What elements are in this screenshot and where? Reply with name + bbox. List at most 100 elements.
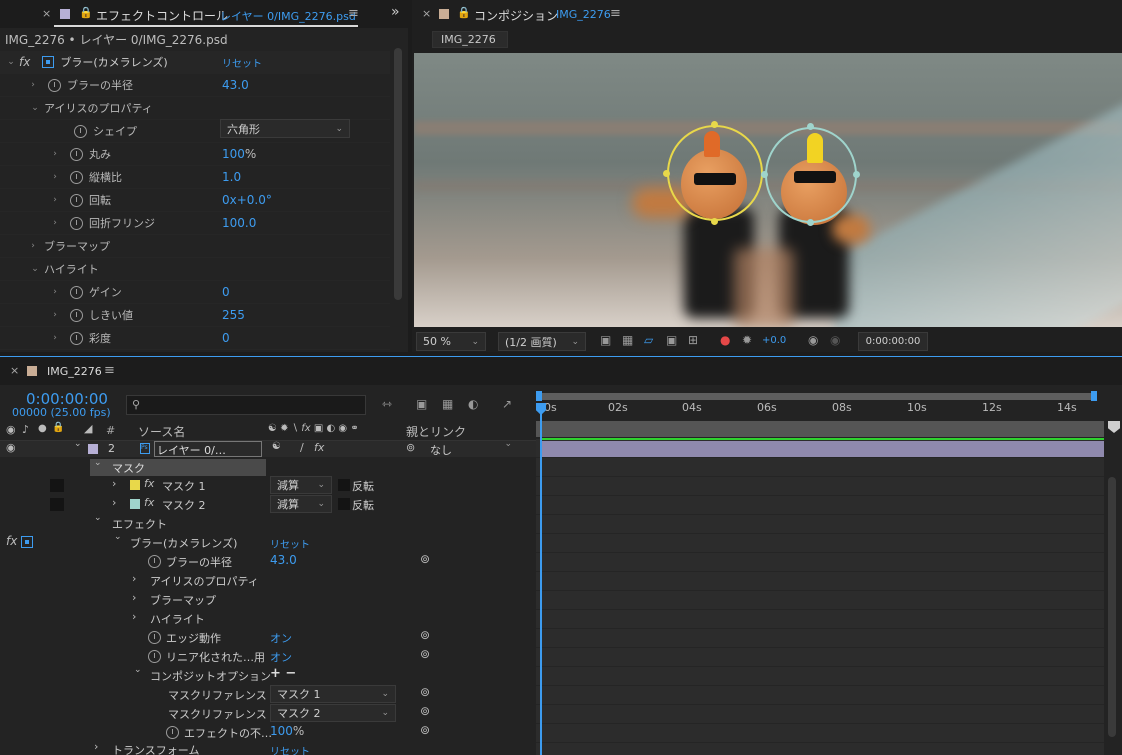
effect-panel-close-button[interactable]: × (42, 7, 51, 20)
property-row-rotation[interactable]: › 回転 0x+0.0° (0, 189, 390, 212)
shape-dropdown[interactable]: 六角形 ⌄ (220, 119, 350, 138)
fx-toggle-icon[interactable]: fx (6, 534, 17, 548)
chevron-right-icon[interactable]: › (112, 496, 116, 509)
prop-value[interactable]: オン (270, 649, 292, 665)
property-row-blur-radius[interactable]: › ブラーの半径 43.0 (0, 74, 390, 97)
timeline-close-button[interactable]: × (10, 364, 19, 377)
blur-map-row[interactable]: › ブラーマップ (0, 590, 536, 609)
iris-properties-row[interactable]: › アイリスのプロパティ (0, 571, 536, 590)
property-value[interactable]: 0 (222, 285, 230, 299)
chevron-down-icon[interactable]: ⌄ (30, 264, 40, 274)
stopwatch-icon[interactable] (148, 555, 161, 568)
fx-switch-icon[interactable]: fx (314, 441, 324, 454)
graph-editor-icon[interactable]: ↗ (502, 397, 512, 411)
mask-2-mode-dropdown[interactable]: 減算 ⌄ (270, 495, 332, 513)
mask2-vertex-handle[interactable] (807, 123, 814, 130)
mask-1-mode-dropdown[interactable]: 減算 ⌄ (270, 476, 332, 494)
expression-pickwhip-icon[interactable]: ⊚ (420, 723, 430, 737)
layer-duration-bar[interactable] (541, 441, 1104, 457)
comp-mini-flowchart-icon[interactable]: ⇿ (382, 397, 392, 411)
stopwatch-icon[interactable] (70, 147, 83, 161)
fx-icon[interactable]: fx (19, 55, 30, 69)
mask-2-row[interactable]: › fx マスク 2 減算 ⌄ 反転 (0, 495, 536, 514)
chevron-down-icon[interactable]: ⌄ (6, 57, 16, 67)
stopwatch-icon[interactable] (148, 631, 161, 644)
mask-reference-1-dropdown[interactable]: マスク 1 ⌄ (270, 685, 396, 703)
lock-icon[interactable]: 🔒 (52, 422, 64, 433)
invert-checkbox[interactable] (338, 498, 350, 510)
property-value[interactable]: 100 (222, 147, 245, 161)
layer-chevron-down-icon[interactable]: ⌄ (74, 439, 82, 449)
stopwatch-icon[interactable] (70, 308, 83, 322)
invert-checkbox[interactable] (338, 479, 350, 491)
layer-row[interactable]: ◉ ⌄ 2 Ps レイヤー 0/…76.psd ☯ ∕ fx ⊚ なし ⌄ (0, 439, 536, 457)
highlight-row[interactable]: › ハイライト (0, 609, 536, 628)
resolution-dropdown[interactable]: (1/2 画質) ⌄ (498, 332, 586, 351)
composition-title[interactable]: コンポジション (474, 7, 558, 24)
mask1-vertex-handle[interactable] (711, 121, 718, 128)
work-area-bar[interactable] (538, 393, 1094, 400)
mask-reference-2-dropdown[interactable]: マスク 2 ⌄ (270, 704, 396, 722)
effect-panel-scrollbar[interactable] (394, 48, 402, 300)
chevron-down-icon[interactable]: ⌄ (94, 458, 102, 468)
comp-timecode[interactable]: 0:00:00:00 (858, 332, 928, 351)
chevron-right-icon[interactable]: › (132, 610, 136, 623)
mask-reference-2-row[interactable]: マスクリファレンス 2 マスク 2 ⌄ ⊚ (0, 704, 536, 723)
timeline-scrollbar[interactable] (1108, 477, 1116, 737)
chevron-right-icon[interactable]: › (112, 477, 116, 490)
comp-end-marker[interactable] (1108, 421, 1120, 433)
chevron-right-icon[interactable]: › (50, 218, 60, 228)
pickwhip-icon[interactable]: ⊚ (406, 441, 415, 454)
property-value[interactable]: 0 (222, 331, 230, 345)
chevron-down-icon[interactable]: ⌄ (134, 665, 142, 675)
chevron-right-icon[interactable]: › (50, 172, 60, 182)
expression-pickwhip-icon[interactable]: ⊚ (420, 685, 430, 699)
work-area-end-handle[interactable] (1091, 391, 1097, 401)
color-channel-icon[interactable]: ● (720, 333, 730, 347)
mask1-vertex-handle[interactable] (663, 170, 670, 177)
mask-1-color[interactable] (130, 480, 140, 490)
exposure-value[interactable]: +0.0 (762, 335, 786, 346)
chevron-right-icon[interactable]: › (50, 149, 60, 159)
chevron-right-icon[interactable]: › (50, 310, 60, 320)
parent-link-header[interactable]: 親とリンク (406, 423, 466, 440)
mask-1-row[interactable]: › fx マスク 1 減算 ⌄ 反転 (0, 476, 536, 495)
composition-menu-icon[interactable]: ≡ (610, 6, 621, 21)
quality-switch-icon[interactable]: ∕ (300, 441, 304, 454)
transform-reset-link[interactable]: リセット (270, 743, 310, 755)
effect-reset-link[interactable]: リセット (270, 536, 310, 551)
audio-icon[interactable]: ♪ (22, 423, 29, 436)
stopwatch-icon[interactable] (70, 170, 83, 184)
stopwatch-icon[interactable] (166, 726, 179, 739)
expression-pickwhip-icon[interactable]: ⊚ (420, 552, 430, 566)
compositing-options-row[interactable]: ⌄ コンポジットオプション + − (0, 665, 536, 685)
composition-name[interactable]: IMG_2276 (556, 8, 611, 21)
lens-blur-effect-row[interactable]: fx ⌄ ブラー(カメラレンズ) リセット (0, 532, 536, 552)
composition-viewport[interactable] (414, 53, 1122, 327)
parent-dropdown[interactable]: なし ⌄ (426, 439, 516, 457)
mask2-vertex-handle[interactable] (807, 219, 814, 226)
effect-panel-title[interactable]: エフェクトコントロール (96, 7, 228, 24)
effect-header-row[interactable]: ⌄ fx ブラー(カメラレンズ) リセット (0, 51, 390, 74)
track-area[interactable] (536, 439, 1104, 755)
comp-viewer-tab[interactable]: IMG_2276 (432, 31, 508, 48)
layer-name-field[interactable]: レイヤー 0/…76.psd (154, 441, 262, 457)
layer-label-color[interactable] (88, 444, 98, 454)
zoom-dropdown[interactable]: 50 % ⌄ (416, 332, 486, 351)
property-value[interactable]: 0x+0.0° (222, 193, 272, 207)
motion-blur-icon[interactable]: ◐ (468, 397, 478, 411)
work-area-start-handle[interactable] (536, 391, 542, 401)
blur-radius-row[interactable]: ブラーの半径 43.0 ⊚ (0, 552, 536, 571)
mask-path-visibility-icon[interactable]: ▱ (644, 333, 653, 347)
exposure-icon[interactable]: ✹ (742, 333, 752, 347)
prop-value[interactable]: オン (270, 630, 292, 646)
property-row-threshold[interactable]: › しきい値 255 (0, 304, 390, 327)
chevron-right-icon[interactable]: › (132, 591, 136, 604)
safe-area-icon[interactable]: ▣ (666, 333, 677, 347)
expression-pickwhip-icon[interactable]: ⊚ (420, 628, 430, 642)
frame-blending-icon[interactable]: ▦ (442, 397, 453, 411)
chevron-right-icon[interactable]: › (50, 333, 60, 343)
mask2-ellipse[interactable] (765, 127, 857, 223)
property-row-roundness[interactable]: › 丸み 100% (0, 143, 390, 166)
mask-reference-1-row[interactable]: マスクリファレンス 1 マスク 1 ⌄ ⊚ (0, 685, 536, 704)
